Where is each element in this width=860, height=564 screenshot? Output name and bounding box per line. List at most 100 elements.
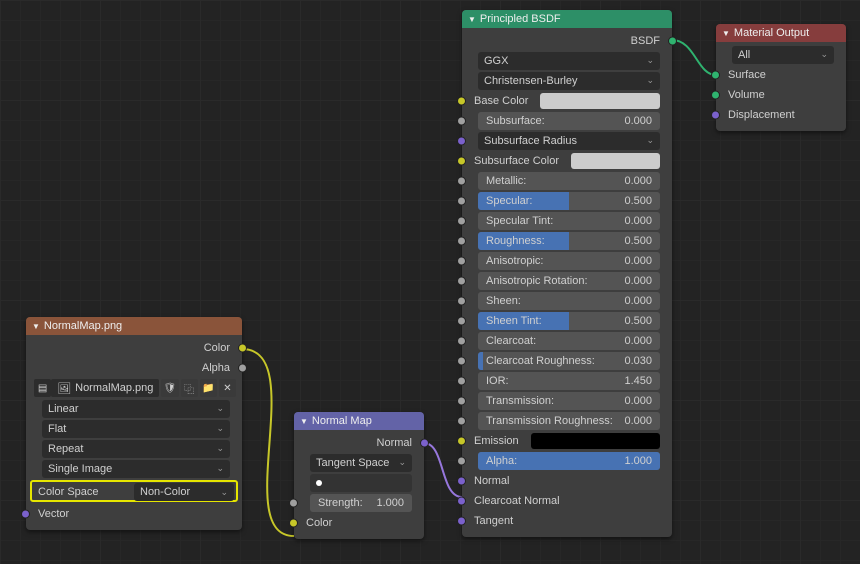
- socket-in-subsurface[interactable]: [457, 116, 466, 125]
- socket-in-subsurf-radius[interactable]: [457, 136, 466, 145]
- image-name[interactable]: NormalMap.png: [75, 382, 153, 394]
- base-color-row: Base Color: [462, 91, 672, 110]
- socket-in-base-color[interactable]: [457, 96, 466, 105]
- chevron-down-icon: ⌄: [216, 463, 224, 474]
- image-file-field[interactable]: ▤ 🖼 NormalMap.png 🛡 ⿻ 📁 ✕: [32, 379, 236, 397]
- metallic-slider[interactable]: Metallic:0.000: [478, 172, 660, 190]
- image-texture-node[interactable]: ▼ NormalMap.png Color Alpha ▤ 🖼 NormalMa…: [26, 317, 242, 530]
- chevron-down-icon: ⌄: [216, 443, 224, 454]
- socket-in-clearcoat[interactable]: [457, 336, 466, 345]
- color-space-label: Color Space: [34, 483, 130, 499]
- normal-map-node[interactable]: ▼ Normal Map Normal Tangent Space⌄ Stren…: [294, 412, 424, 539]
- projection-dropdown[interactable]: Flat⌄: [42, 420, 230, 438]
- fake-user-icon[interactable]: 🛡: [161, 379, 178, 397]
- socket-in-volume[interactable]: [711, 90, 720, 99]
- aniso-rot-slider[interactable]: Anisotropic Rotation:0.000: [478, 272, 660, 290]
- spec-tint-slider[interactable]: Specular Tint:0.000: [478, 212, 660, 230]
- socket-in-roughness[interactable]: [457, 236, 466, 245]
- socket-in-cc-rough[interactable]: [457, 356, 466, 365]
- sss-method-dropdown[interactable]: Christensen-Burley⌄: [478, 72, 660, 90]
- chevron-down-icon: ⌄: [220, 487, 228, 498]
- unlink-icon[interactable]: ✕: [219, 379, 236, 397]
- socket-in-color[interactable]: [289, 518, 298, 527]
- space-dropdown[interactable]: Tangent Space⌄: [310, 454, 412, 472]
- open-icon[interactable]: 📁: [200, 379, 217, 397]
- subsurface-slider[interactable]: Subsurface:0.000: [478, 112, 660, 130]
- socket-in-aniso[interactable]: [457, 256, 466, 265]
- socket-in-alpha[interactable]: [457, 456, 466, 465]
- socket-in-sheen-tint[interactable]: [457, 316, 466, 325]
- socket-in-specular[interactable]: [457, 196, 466, 205]
- socket-in-subsurf-color[interactable]: [457, 156, 466, 165]
- extension-dropdown[interactable]: Repeat⌄: [42, 440, 230, 458]
- uvmap-dropdown[interactable]: [310, 474, 412, 492]
- base-color-swatch[interactable]: [540, 93, 660, 109]
- color-space-dropdown[interactable]: Non-Color⌄: [134, 483, 234, 501]
- trans-rough-slider[interactable]: Transmission Roughness:0.000: [478, 412, 660, 430]
- principled-bsdf-node[interactable]: ▼ Principled BSDF BSDF GGX⌄ Christensen-…: [462, 10, 672, 537]
- sheen-slider[interactable]: Sheen:0.000: [478, 292, 660, 310]
- roughness-slider[interactable]: Roughness:0.500: [478, 232, 660, 250]
- ior-slider[interactable]: IOR:1.450: [478, 372, 660, 390]
- output-normal: Normal: [294, 433, 424, 452]
- source-dropdown[interactable]: Single Image⌄: [42, 460, 230, 478]
- strength-row: Strength:1.000: [294, 493, 424, 512]
- chevron-down-icon: ⌄: [820, 49, 828, 60]
- socket-in-sheen[interactable]: [457, 296, 466, 305]
- node-title: Normal Map: [312, 415, 372, 427]
- transmission-slider[interactable]: Transmission:0.000: [478, 392, 660, 410]
- socket-in-aniso-rot[interactable]: [457, 276, 466, 285]
- collapse-icon[interactable]: ▼: [722, 29, 730, 38]
- chevron-down-icon: ⌄: [646, 55, 654, 66]
- node-header[interactable]: ▼ Normal Map: [294, 412, 424, 430]
- socket-in-strength[interactable]: [289, 498, 298, 507]
- socket-in-tangent[interactable]: [457, 516, 466, 525]
- socket-in-metallic[interactable]: [457, 176, 466, 185]
- socket-out-bsdf[interactable]: [668, 36, 677, 45]
- node-header[interactable]: ▼ Material Output: [716, 24, 846, 42]
- cc-rough-slider[interactable]: Clearcoat Roughness:0.030: [478, 352, 660, 370]
- material-output-node[interactable]: ▼ Material Output All⌄ Surface Volume Di…: [716, 24, 846, 131]
- chevron-down-icon: ⌄: [646, 75, 654, 86]
- chevron-down-icon: ⌄: [216, 423, 224, 434]
- target-dropdown[interactable]: All⌄: [732, 46, 834, 64]
- socket-in-normal[interactable]: [457, 476, 466, 485]
- emission-swatch[interactable]: [531, 433, 660, 449]
- subsurf-radius-dropdown[interactable]: Subsurface Radius⌄: [478, 132, 660, 150]
- image-icon: 🖼: [57, 382, 71, 395]
- collapse-icon[interactable]: ▼: [32, 322, 40, 331]
- interp-dropdown[interactable]: Linear⌄: [42, 400, 230, 418]
- strength-slider[interactable]: Strength:1.000: [310, 494, 412, 512]
- socket-in-ior[interactable]: [457, 376, 466, 385]
- socket-in-emission[interactable]: [457, 436, 466, 445]
- socket-in-trans-rough[interactable]: [457, 416, 466, 425]
- socket-out-normal[interactable]: [420, 438, 429, 447]
- input-vector: Vector: [26, 504, 242, 523]
- socket-in-cc-normal[interactable]: [457, 496, 466, 505]
- collapse-icon[interactable]: ▼: [300, 417, 308, 426]
- sheen-tint-slider[interactable]: Sheen Tint:0.500: [478, 312, 660, 330]
- socket-out-color[interactable]: [238, 343, 247, 352]
- duplicate-icon[interactable]: ⿻: [181, 379, 198, 397]
- socket-in-displacement[interactable]: [711, 110, 720, 119]
- socket-in-surface[interactable]: [711, 70, 720, 79]
- node-title: Material Output: [734, 27, 809, 39]
- distribution-dropdown[interactable]: GGX⌄: [478, 52, 660, 70]
- clearcoat-slider[interactable]: Clearcoat:0.000: [478, 332, 660, 350]
- specular-slider[interactable]: Specular:0.500: [478, 192, 660, 210]
- node-title: Principled BSDF: [480, 13, 561, 25]
- socket-in-spec-tint[interactable]: [457, 216, 466, 225]
- alpha-slider[interactable]: Alpha:1.000: [478, 452, 660, 470]
- node-header[interactable]: ▼ NormalMap.png: [26, 317, 242, 335]
- subsurf-color-swatch[interactable]: [571, 153, 660, 169]
- color-space-field[interactable]: Color Space Non-Color⌄: [30, 480, 238, 502]
- image-browse-icon[interactable]: ▤: [34, 379, 51, 397]
- socket-in-vector[interactable]: [21, 509, 30, 518]
- node-title: NormalMap.png: [44, 320, 122, 332]
- socket-in-transmission[interactable]: [457, 396, 466, 405]
- output-alpha: Alpha: [26, 358, 242, 377]
- node-header[interactable]: ▼ Principled BSDF: [462, 10, 672, 28]
- socket-out-alpha[interactable]: [238, 363, 247, 372]
- collapse-icon[interactable]: ▼: [468, 15, 476, 24]
- aniso-slider[interactable]: Anisotropic:0.000: [478, 252, 660, 270]
